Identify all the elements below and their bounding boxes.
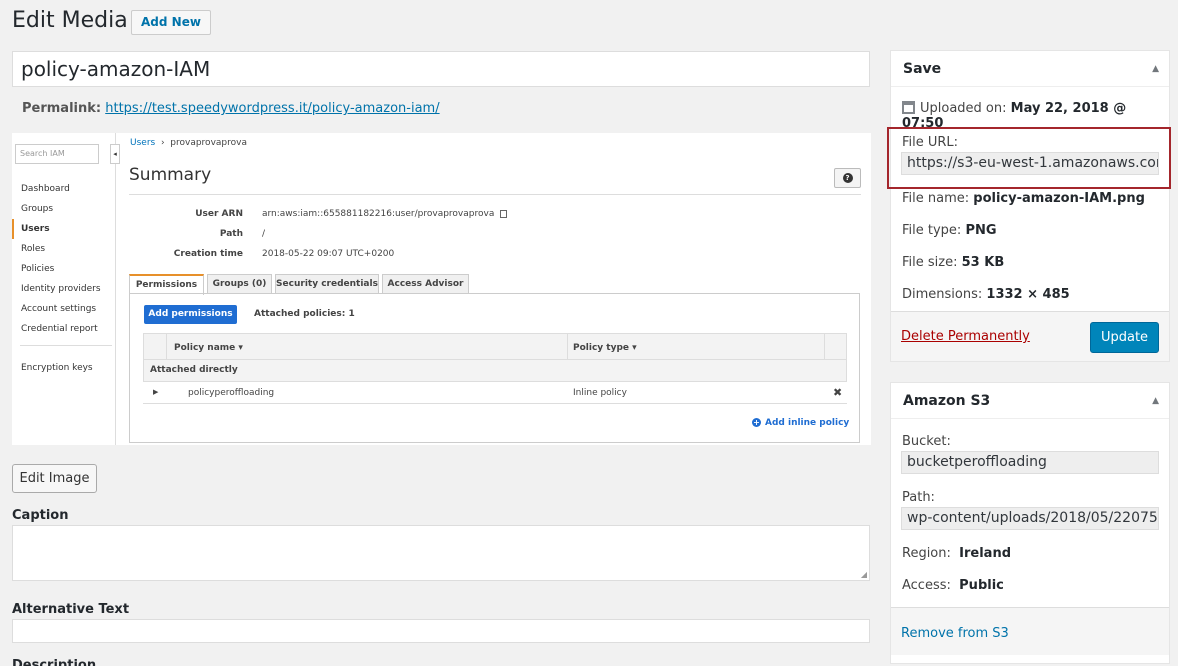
collapse-toggle-icon[interactable]: ▲ [1152,64,1159,74]
file-size: File size: 53 KB [902,255,1005,270]
save-box-footer: Delete Permanently Update [891,311,1169,361]
calendar-icon [902,101,915,114]
file-url-highlight [887,127,1171,189]
media-image-preview: Search IAM Dashboard Groups Users Roles … [12,133,871,445]
delete-permanently-link[interactable]: Delete Permanently [901,329,1030,344]
path-label: Path: [902,490,935,505]
bucket-label: Bucket: [902,434,951,449]
iam-divider [20,345,112,346]
table-row: ▶ policyperoffloading Inline policy ✖ [143,382,847,404]
alt-text-input[interactable] [12,619,870,643]
permalink-link[interactable]: https://test.speedywordpress.it/policy-a… [105,101,439,116]
alt-text-label: Alternative Text [12,602,130,617]
iam-tab-security-credentials: Security credentials [275,274,379,294]
resize-handle-icon[interactable]: ◢ [861,570,867,579]
caption-label: Caption [12,508,69,523]
iam-breadcrumb-current: provaprovaprova [170,138,247,148]
plus-icon: + [752,418,761,427]
copy-icon [500,209,508,218]
iam-field-value: arn:aws:iam::655881182216:user/provaprov… [262,209,508,219]
iam-breadcrumb: Users › provaprovaprova [130,138,247,148]
save-box: Save ▲ Uploaded on: May 22, 2018 @ 07:50… [890,50,1170,362]
iam-nav-item: Account settings [21,304,97,314]
iam-policy-table: Policy name ▾ Policy type ▾ Attached dir… [143,333,847,404]
help-icon: ? [842,173,853,183]
policy-type-cell: Inline policy [573,388,627,398]
iam-breadcrumb-root: Users [130,138,156,148]
caption-textarea[interactable]: ◢ [12,525,870,581]
iam-search-input: Search IAM [15,144,99,164]
update-button[interactable]: Update [1090,322,1159,353]
file-name: File name: policy-amazon-IAM.png [902,191,1145,206]
iam-nav-item: Credential report [21,324,98,334]
iam-field-label: Creation time [173,249,243,259]
file-type: File type: PNG [902,223,997,238]
remove-icon: ✖ [833,386,843,399]
title-input[interactable]: policy-amazon-IAM [12,51,870,87]
page-title: Edit Media [12,8,128,33]
expand-icon: ▶ [153,388,159,396]
iam-tab-permissions: Permissions [129,274,204,295]
iam-tab-access-advisor: Access Advisor [382,274,469,294]
collapse-arrow-icon: ◂ [110,144,120,164]
bucket-input[interactable]: bucketperoffloading [901,451,1159,474]
iam-col-policy-type: Policy type ▾ [573,343,637,353]
description-label: Description [12,658,97,666]
permalink: Permalink: https://test.speedywordpress.… [22,101,440,116]
s3-box-header[interactable]: Amazon S3 ▲ [891,383,1169,419]
iam-tab-groups: Groups (0) [207,274,272,294]
iam-nav: Dashboard Groups Users Roles Policies Id… [12,179,116,339]
iam-nav-item: Dashboard [21,184,70,194]
collapse-toggle-icon[interactable]: ▲ [1152,396,1159,406]
add-new-button[interactable]: Add New [131,10,211,35]
chevron-right-icon: › [160,138,165,148]
region: Region: Ireland [902,546,1012,561]
amazon-s3-box: Amazon S3 ▲ Bucket: bucketperoffloading … [890,382,1170,664]
access: Access: Public [902,578,1004,593]
path-input[interactable]: wp-content/uploads/2018/05/2207501 [901,507,1159,530]
iam-attached-count: Attached policies: 1 [254,309,355,319]
iam-nav-item: Roles [21,244,46,254]
iam-nav-item: Identity providers [21,284,101,294]
edit-image-button[interactable]: Edit Image [12,464,97,493]
permalink-label: Permalink: [22,101,102,116]
iam-help-button: ? [834,168,861,188]
iam-nav-item: Policies [21,264,55,274]
remove-from-s3-link[interactable]: Remove from S3 [901,626,1009,641]
iam-permissions-panel: Add permissions Attached policies: 1 Pol… [129,293,860,443]
iam-nav-item-active: Users [12,219,116,239]
save-box-header[interactable]: Save ▲ [891,51,1169,87]
iam-nav-item: Encryption keys [21,363,93,373]
iam-field-label: Path [219,229,243,239]
dimensions: Dimensions: 1332 × 485 [902,287,1070,302]
iam-sidebar: Search IAM Dashboard Groups Users Roles … [12,133,116,445]
iam-nav-item: Groups [21,204,54,214]
iam-add-permissions-button: Add permissions [144,305,237,324]
iam-divider [129,194,861,195]
iam-summary-title: Summary [129,165,212,185]
save-box-title: Save [903,61,942,77]
iam-col-policy-name: Policy name ▾ [174,343,243,353]
iam-group-row: Attached directly [143,360,847,382]
iam-add-inline-policy: + Add inline policy [752,418,850,428]
iam-field-value: 2018-05-22 09:07 UTC+0200 [262,249,395,259]
iam-field-label: User ARN [195,209,243,219]
iam-table-header: Policy name ▾ Policy type ▾ [143,333,847,360]
s3-box-title: Amazon S3 [903,393,991,409]
iam-field-value: / [262,229,266,239]
policy-name-cell: policyperoffloading [188,388,275,398]
s3-box-footer: Remove from S3 [891,607,1169,655]
